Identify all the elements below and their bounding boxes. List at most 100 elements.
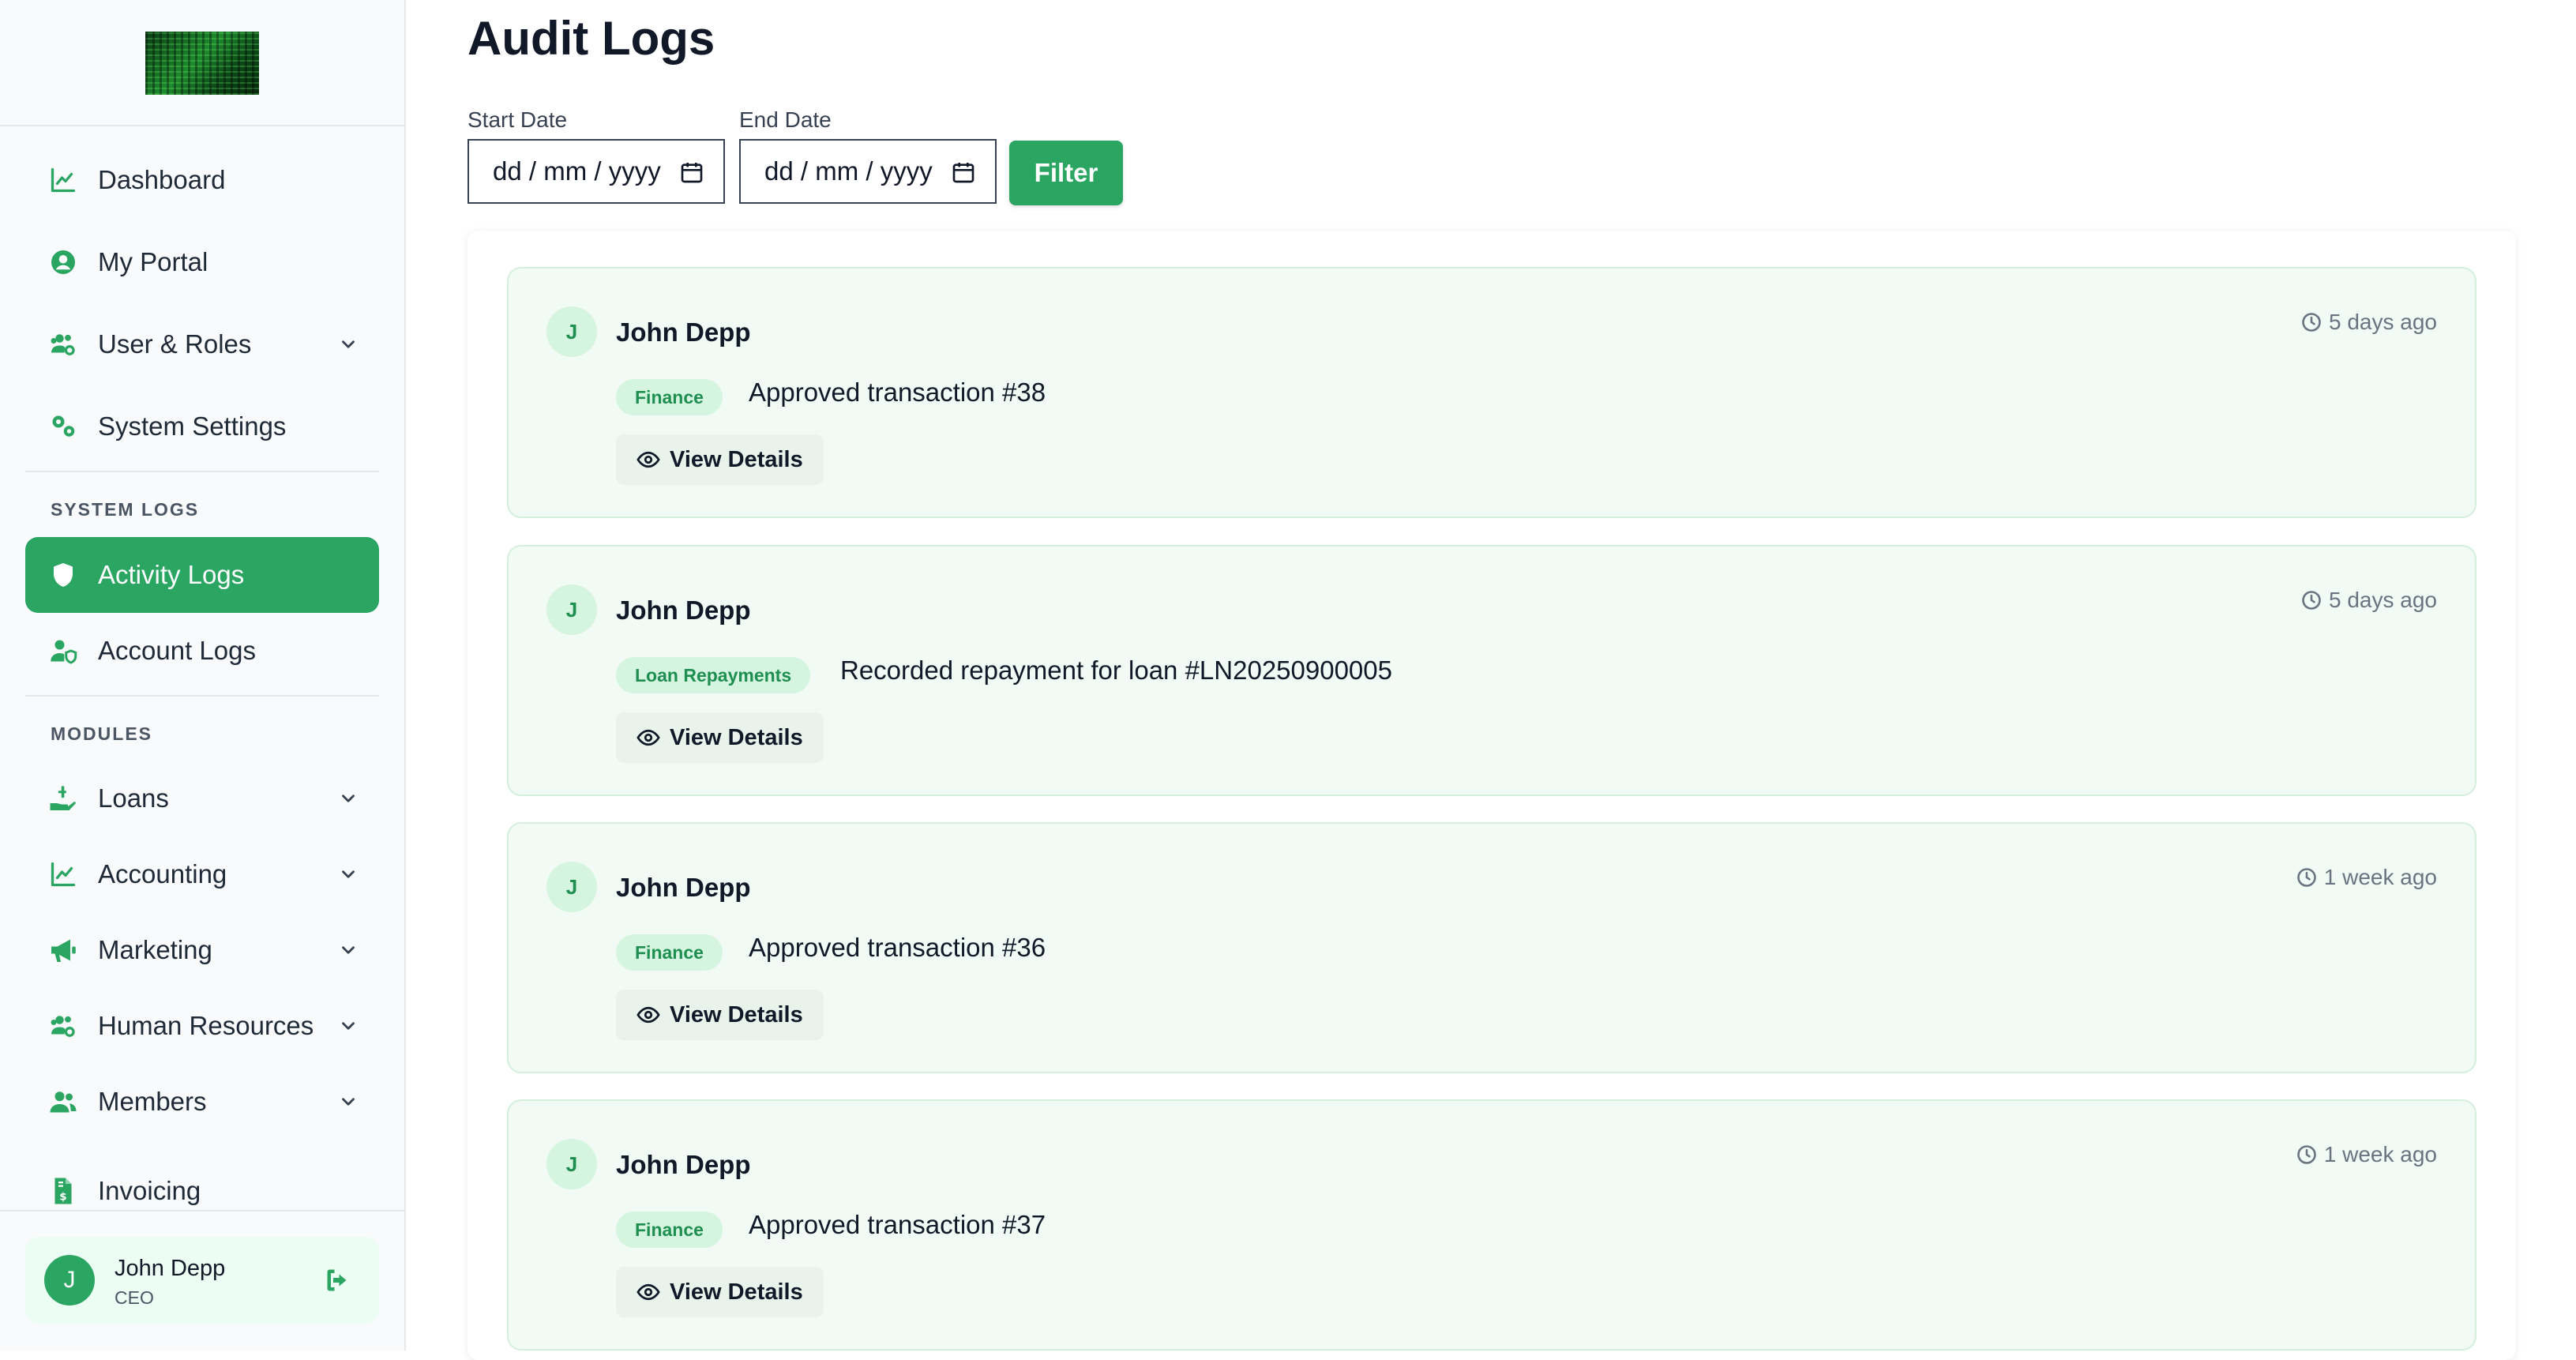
sidebar-divider bbox=[0, 1210, 404, 1212]
category-badge: Finance bbox=[616, 1212, 723, 1248]
sidebar-item-label: System Settings bbox=[98, 411, 287, 441]
file-invoice-dollar-icon: $ bbox=[49, 1177, 77, 1205]
log-timestamp: 1 week ago bbox=[2296, 865, 2437, 890]
sidebar-item-dashboard[interactable]: Dashboard bbox=[25, 142, 379, 218]
log-time-text: 5 days ago bbox=[2329, 310, 2437, 334]
start-date-input[interactable]: dd / mm / yyyy bbox=[468, 139, 725, 204]
sidebar-item-label: User & Roles bbox=[98, 329, 252, 359]
sidebar-item-label: Activity Logs bbox=[98, 560, 245, 589]
category-badge: Finance bbox=[616, 934, 723, 971]
shield-icon bbox=[49, 561, 77, 589]
view-details-label: View Details bbox=[670, 1279, 803, 1305]
log-time-text: 5 days ago bbox=[2329, 588, 2437, 612]
sidebar-item-account-logs[interactable]: Account Logs bbox=[25, 613, 379, 689]
start-date-value: dd / mm / yyyy bbox=[493, 156, 661, 186]
view-details-button[interactable]: View Details bbox=[616, 434, 824, 485]
sidebar-item-my-portal[interactable]: My Portal bbox=[25, 224, 379, 300]
category-badge: Loan Repayments bbox=[616, 657, 811, 693]
sidebar-item-system-settings[interactable]: System Settings bbox=[25, 389, 379, 464]
view-details-button[interactable]: View Details bbox=[616, 990, 824, 1040]
sidebar-item-human-resources[interactable]: Human Resources bbox=[25, 988, 379, 1064]
log-description: Approved transaction #36 bbox=[749, 933, 1046, 962]
clock-icon bbox=[2296, 868, 2316, 887]
sidebar-item-label: My Portal bbox=[98, 247, 208, 276]
avatar: J bbox=[546, 306, 597, 357]
calendar-icon[interactable] bbox=[679, 159, 704, 186]
end-date-value: dd / mm / yyyy bbox=[764, 156, 933, 186]
clock-icon bbox=[2302, 591, 2321, 610]
sidebar-item-label: Dashboard bbox=[98, 165, 226, 194]
bullhorn-icon bbox=[49, 936, 77, 964]
log-description: Approved transaction #38 bbox=[749, 378, 1046, 407]
start-date-label: Start Date bbox=[468, 107, 568, 132]
logo-area bbox=[0, 0, 404, 126]
chevron-down-icon bbox=[342, 1098, 355, 1106]
sidebar-item-label: Invoicing bbox=[98, 1176, 201, 1205]
users-cog-icon bbox=[49, 1012, 77, 1040]
log-user-name: John Depp bbox=[616, 1150, 751, 1179]
sidebar-item-accounting[interactable]: Accounting bbox=[25, 836, 379, 912]
sidebar-item-user-roles[interactable]: User & Roles bbox=[25, 306, 379, 382]
filter-button[interactable]: Filter bbox=[1009, 141, 1123, 205]
avatar: J bbox=[546, 862, 597, 912]
clock-icon bbox=[2302, 313, 2321, 332]
sidebar-item-loans[interactable]: Loans bbox=[25, 761, 379, 836]
sidebar-item-label: Marketing bbox=[98, 935, 212, 964]
view-details-button[interactable]: View Details bbox=[616, 1267, 824, 1317]
user-circle-icon bbox=[49, 248, 77, 276]
page-title: Audit Logs bbox=[468, 12, 715, 65]
log-card: J John Depp 1 week ago Finance Approved … bbox=[507, 1099, 2476, 1351]
log-user-name: John Depp bbox=[616, 595, 751, 625]
log-user-name: John Depp bbox=[616, 873, 751, 902]
sidebar-divider bbox=[25, 695, 379, 697]
log-time-text: 1 week ago bbox=[2323, 1142, 2437, 1167]
sidebar: Dashboard My Portal User & Roles System … bbox=[0, 0, 406, 1351]
sidebar-item-label: Loans bbox=[98, 783, 169, 813]
avatar: J bbox=[44, 1255, 95, 1306]
avatar: J bbox=[546, 1139, 597, 1189]
svg-text:$: $ bbox=[59, 1190, 66, 1203]
current-user-card: J John Depp CEO bbox=[25, 1237, 379, 1324]
users-icon bbox=[49, 1088, 77, 1116]
log-card: J John Depp 5 days ago Finance Approved … bbox=[507, 267, 2476, 518]
clock-icon bbox=[2296, 1145, 2316, 1164]
chevron-down-icon bbox=[342, 1022, 355, 1030]
company-logo[interactable] bbox=[145, 32, 259, 95]
chart-line-icon bbox=[49, 166, 77, 194]
end-date-input[interactable]: dd / mm / yyyy bbox=[739, 139, 997, 204]
sidebar-divider bbox=[25, 471, 379, 472]
hand-holding-dollar-icon bbox=[49, 784, 77, 813]
log-card: J John Depp 5 days ago Loan Repayments R… bbox=[507, 545, 2476, 796]
chevron-down-icon bbox=[342, 870, 355, 878]
sidebar-item-label: Human Resources bbox=[98, 1011, 314, 1040]
view-details-label: View Details bbox=[670, 1001, 803, 1028]
sidebar-item-activity-logs[interactable]: Activity Logs bbox=[25, 537, 379, 613]
sidebar-item-members[interactable]: Members bbox=[25, 1064, 379, 1140]
view-details-button[interactable]: View Details bbox=[616, 712, 824, 763]
view-details-label: View Details bbox=[670, 446, 803, 472]
chart-line-icon bbox=[49, 860, 77, 889]
log-description: Recorded repayment for loan #LN202509000… bbox=[840, 656, 1392, 685]
logout-icon[interactable] bbox=[324, 1266, 352, 1294]
log-user-name: John Depp bbox=[616, 317, 751, 347]
log-timestamp: 1 week ago bbox=[2296, 1142, 2437, 1167]
eye-icon bbox=[636, 1006, 660, 1024]
sidebar-item-label: Accounting bbox=[98, 859, 227, 889]
calendar-icon[interactable] bbox=[951, 159, 976, 186]
user-role: CEO bbox=[115, 1287, 154, 1308]
section-label-system-logs: SYSTEM LOGS bbox=[51, 499, 200, 520]
eye-icon bbox=[636, 451, 660, 468]
sidebar-item-label: Members bbox=[98, 1087, 207, 1116]
end-date-label: End Date bbox=[739, 107, 832, 132]
sidebar-item-invoicing[interactable]: $ Invoicing bbox=[25, 1153, 379, 1229]
users-cog-icon bbox=[49, 330, 77, 359]
user-name: John Depp bbox=[115, 1256, 226, 1281]
log-timestamp: 5 days ago bbox=[2300, 588, 2437, 613]
eye-icon bbox=[636, 729, 660, 746]
cogs-icon bbox=[49, 412, 77, 441]
sidebar-item-label: Account Logs bbox=[98, 636, 256, 665]
chevron-down-icon bbox=[342, 340, 355, 348]
sidebar-item-marketing[interactable]: Marketing bbox=[25, 912, 379, 988]
category-badge: Finance bbox=[616, 379, 723, 415]
avatar: J bbox=[546, 584, 597, 635]
